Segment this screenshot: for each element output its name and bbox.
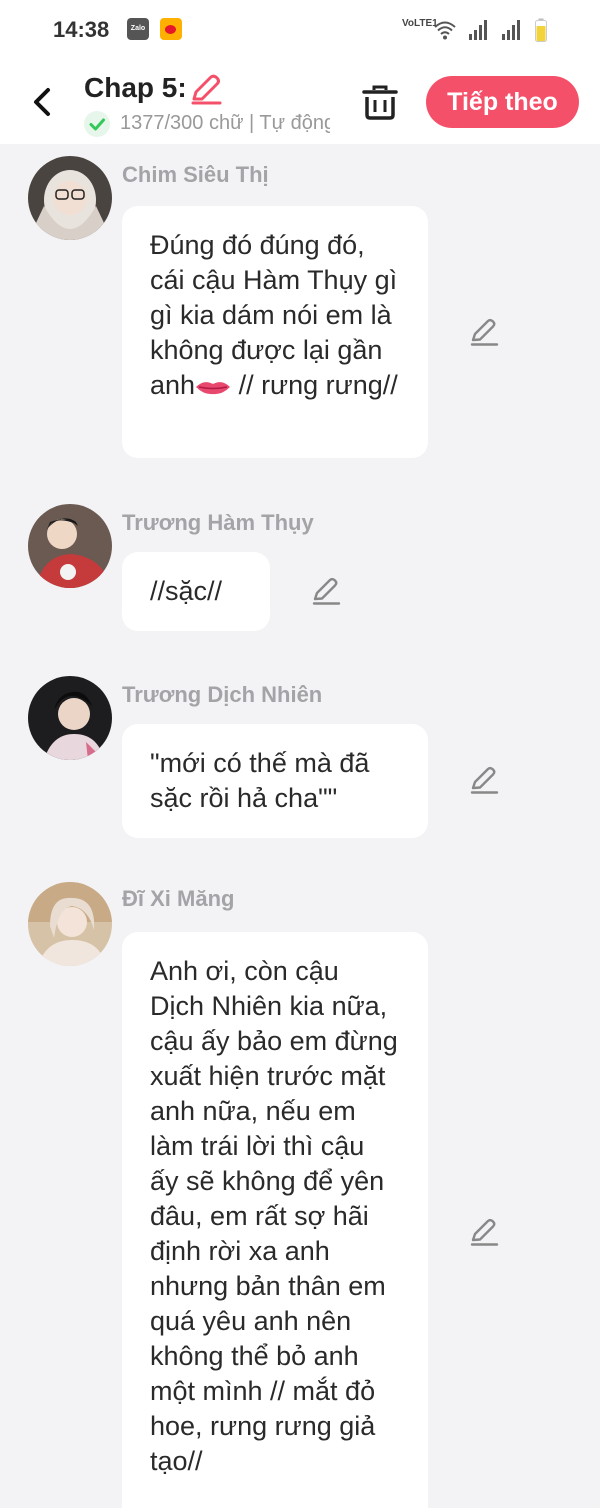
avatar[interactable] — [28, 504, 112, 588]
message-bubble[interactable]: //sặc// — [122, 552, 270, 631]
edit-pencil-icon[interactable] — [469, 765, 499, 795]
chapter-title[interactable]: Chap 5: — [84, 72, 187, 104]
message-bubble[interactable]: "mới có thế mà đã sặc rồi hả cha"" — [122, 724, 428, 838]
sender-name: Trương Hàm Thụy — [122, 510, 314, 535]
editor-header: Chap 5: 1377/300 chữ | Tự động lưu Tiếp … — [0, 62, 600, 144]
next-button[interactable]: Tiếp theo — [426, 76, 579, 128]
back-arrow-icon[interactable] — [26, 82, 60, 122]
message-bubble[interactable]: Anh ơi, còn cậu Dịch Nhiên kia nữa, cậu … — [122, 932, 428, 1508]
sender-name: Trương Dịch Nhiên — [122, 682, 323, 707]
status-bar: 14:38 Zalo VoLTE1 — [0, 0, 600, 62]
saved-check-icon — [84, 111, 110, 137]
trash-icon[interactable] — [361, 82, 399, 122]
status-time: 14:38 — [53, 17, 110, 42]
lips-emoji-icon — [196, 381, 231, 394]
message-text: //sặc// — [150, 576, 223, 606]
edit-pencil-icon[interactable] — [469, 1217, 499, 1247]
zalo-icon: Zalo — [127, 18, 149, 40]
avatar[interactable] — [28, 156, 112, 240]
avatar[interactable] — [28, 882, 112, 966]
word-count-status: 1377/300 chữ | Tự động lưu — [120, 112, 330, 134]
edit-pencil-icon[interactable] — [469, 317, 499, 347]
signal-icon-2 — [502, 20, 520, 40]
message-text: "mới có thế mà đã sặc rồi hả cha"" — [150, 748, 370, 813]
battery-icon — [535, 18, 547, 42]
chapter-editor-screen: 14:38 Zalo VoLTE1 Chap 5: 1377/300 chữ |… — [0, 0, 600, 1508]
edit-title-pencil-icon[interactable] — [190, 73, 222, 105]
signal-icon — [469, 20, 487, 40]
avatar[interactable] — [28, 676, 112, 760]
edit-pencil-icon[interactable] — [311, 576, 341, 606]
sender-name: Chim Siêu Thị — [122, 162, 269, 187]
wifi-icon — [434, 21, 456, 40]
message-bubble[interactable]: Đúng đó đúng đó, cái cậu Hàm Thụy gì gì … — [122, 206, 428, 458]
sender-name: Đĩ Xi Măng — [122, 886, 235, 911]
message-text-tail: // rưng rưng// — [231, 370, 398, 400]
message-text: Anh ơi, còn cậu Dịch Nhiên kia nữa, cậu … — [150, 956, 398, 1476]
weibo-icon — [160, 18, 182, 40]
